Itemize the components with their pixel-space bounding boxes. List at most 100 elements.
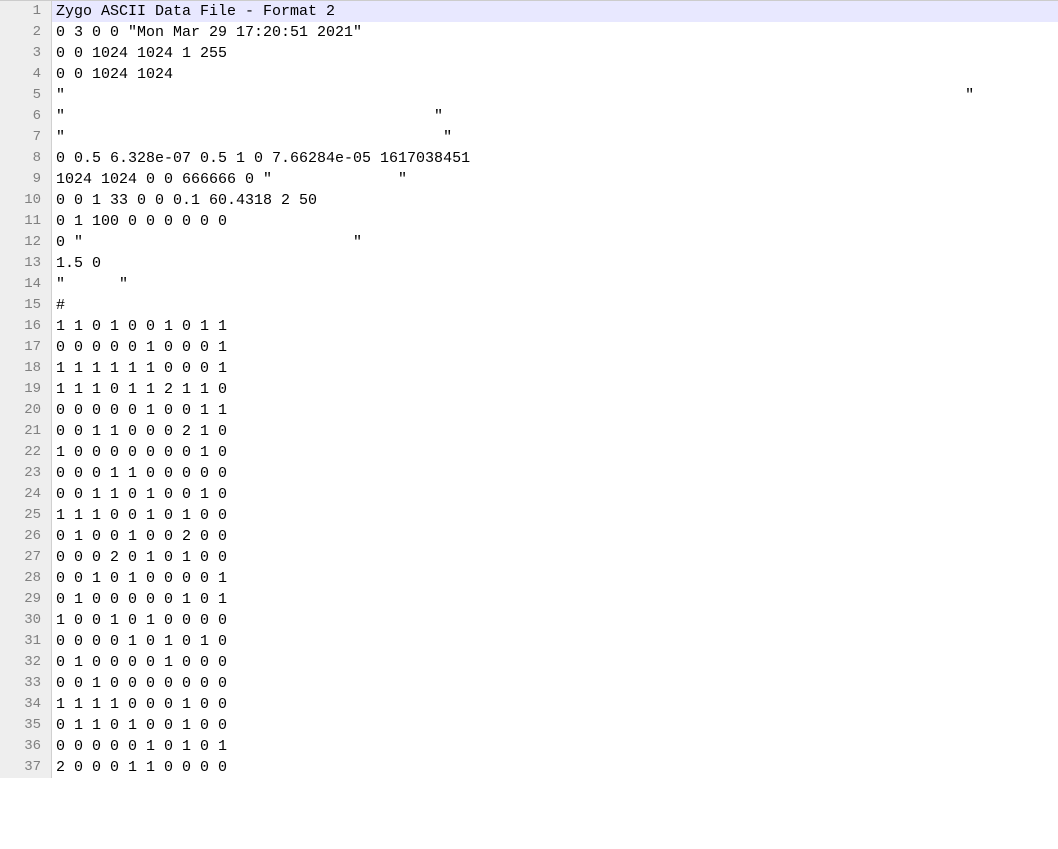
editor-line[interactable]: 210 0 1 1 0 0 0 2 1 0 (0, 421, 1058, 442)
editor-line[interactable]: 240 0 1 1 0 1 0 0 1 0 (0, 484, 1058, 505)
line-content[interactable]: 0 0 1 1 0 1 0 0 1 0 (52, 484, 1058, 505)
line-content[interactable]: 0 1 1 0 1 0 0 1 0 0 (52, 715, 1058, 736)
line-number: 22 (0, 442, 52, 463)
line-number: 33 (0, 673, 52, 694)
line-content[interactable]: 0 1 0 0 0 0 1 0 0 0 (52, 652, 1058, 673)
editor-line[interactable]: 260 1 0 0 1 0 0 2 0 0 (0, 526, 1058, 547)
line-number: 24 (0, 484, 52, 505)
line-number: 9 (0, 169, 52, 190)
editor-line[interactable]: 221 0 0 0 0 0 0 0 1 0 (0, 442, 1058, 463)
editor-line[interactable]: 80 0.5 6.328e-07 0.5 1 0 7.66284e-05 161… (0, 148, 1058, 169)
line-content[interactable]: 0 0 1024 1024 (52, 64, 1058, 85)
line-content[interactable]: " " (52, 274, 1058, 295)
line-number: 1 (0, 1, 52, 22)
editor-line[interactable]: 372 0 0 0 1 1 0 0 0 0 (0, 757, 1058, 778)
editor-line[interactable]: 360 0 0 0 0 1 0 1 0 1 (0, 736, 1058, 757)
editor-line[interactable]: 251 1 1 0 0 1 0 1 0 0 (0, 505, 1058, 526)
editor-line[interactable]: 320 1 0 0 0 0 1 0 0 0 (0, 652, 1058, 673)
line-content[interactable]: 1024 1024 0 0 666666 0 " " (52, 169, 1058, 190)
editor-line[interactable]: 5" " (0, 85, 1058, 106)
editor-line[interactable]: 290 1 0 0 0 0 0 1 0 1 (0, 589, 1058, 610)
line-content[interactable]: 1 1 1 0 0 1 0 1 0 0 (52, 505, 1058, 526)
line-content[interactable]: 0 0 0 0 0 1 0 1 0 1 (52, 736, 1058, 757)
editor-line[interactable]: 310 0 0 0 1 0 1 0 1 0 (0, 631, 1058, 652)
editor-line[interactable]: 110 1 100 0 0 0 0 0 0 (0, 211, 1058, 232)
line-number: 32 (0, 652, 52, 673)
line-number: 14 (0, 274, 52, 295)
line-content[interactable]: 1.5 0 (52, 253, 1058, 274)
line-number: 26 (0, 526, 52, 547)
editor-line[interactable]: 330 0 1 0 0 0 0 0 0 0 (0, 673, 1058, 694)
editor-line[interactable]: 280 0 1 0 1 0 0 0 0 1 (0, 568, 1058, 589)
editor-line[interactable]: 230 0 0 1 1 0 0 0 0 0 (0, 463, 1058, 484)
line-content[interactable]: 1 1 1 0 1 1 2 1 1 0 (52, 379, 1058, 400)
line-content[interactable]: 0 0 1 1 0 0 0 2 1 0 (52, 421, 1058, 442)
line-content[interactable]: " " (52, 106, 1058, 127)
editor-line[interactable]: 100 0 1 33 0 0 0.1 60.4318 2 50 (0, 190, 1058, 211)
editor-line[interactable]: 270 0 0 2 0 1 0 1 0 0 (0, 547, 1058, 568)
editor-line[interactable]: 131.5 0 (0, 253, 1058, 274)
line-number: 28 (0, 568, 52, 589)
line-content[interactable]: 0 0 0 0 0 1 0 0 1 1 (52, 400, 1058, 421)
line-content[interactable]: 0 0 1 0 1 0 0 0 0 1 (52, 568, 1058, 589)
line-content[interactable]: " " (52, 85, 1058, 106)
code-editor[interactable]: 1Zygo ASCII Data File - Format 220 3 0 0… (0, 0, 1058, 778)
editor-line[interactable]: 341 1 1 1 0 0 0 1 0 0 (0, 694, 1058, 715)
line-content[interactable]: # (52, 295, 1058, 316)
line-content[interactable]: 0 3 0 0 "Mon Mar 29 17:20:51 2021" (52, 22, 1058, 43)
editor-line[interactable]: 91024 1024 0 0 666666 0 " " (0, 169, 1058, 190)
line-number: 13 (0, 253, 52, 274)
line-number: 20 (0, 400, 52, 421)
editor-line[interactable]: 301 0 0 1 0 1 0 0 0 0 (0, 610, 1058, 631)
line-number: 11 (0, 211, 52, 232)
line-number: 21 (0, 421, 52, 442)
line-content[interactable]: 0 0 1 33 0 0 0.1 60.4318 2 50 (52, 190, 1058, 211)
editor-line[interactable]: 20 3 0 0 "Mon Mar 29 17:20:51 2021" (0, 22, 1058, 43)
line-content[interactable]: 0 0 0 1 1 0 0 0 0 0 (52, 463, 1058, 484)
line-content[interactable]: 1 1 1 1 1 1 0 0 0 1 (52, 358, 1058, 379)
editor-line[interactable]: 30 0 1024 1024 1 255 (0, 43, 1058, 64)
line-content[interactable]: 1 0 0 1 0 1 0 0 0 0 (52, 610, 1058, 631)
line-number: 7 (0, 127, 52, 148)
editor-line[interactable]: 170 0 0 0 0 1 0 0 0 1 (0, 337, 1058, 358)
line-content[interactable]: Zygo ASCII Data File - Format 2 (52, 1, 1058, 22)
line-content[interactable]: " " (52, 127, 1058, 148)
editor-line[interactable]: 191 1 1 0 1 1 2 1 1 0 (0, 379, 1058, 400)
line-number: 29 (0, 589, 52, 610)
editor-line[interactable]: 350 1 1 0 1 0 0 1 0 0 (0, 715, 1058, 736)
line-content[interactable]: 2 0 0 0 1 1 0 0 0 0 (52, 757, 1058, 778)
line-number: 4 (0, 64, 52, 85)
editor-line[interactable]: 40 0 1024 1024 (0, 64, 1058, 85)
line-content[interactable]: 0 1 100 0 0 0 0 0 0 (52, 211, 1058, 232)
editor-line[interactable]: 161 1 0 1 0 0 1 0 1 1 (0, 316, 1058, 337)
editor-line[interactable]: 120 " " (0, 232, 1058, 253)
line-content[interactable]: 0 0 1 0 0 0 0 0 0 0 (52, 673, 1058, 694)
line-number: 35 (0, 715, 52, 736)
line-content[interactable]: 0 0 0 0 1 0 1 0 1 0 (52, 631, 1058, 652)
line-content[interactable]: 0 0 1024 1024 1 255 (52, 43, 1058, 64)
line-number: 10 (0, 190, 52, 211)
line-number: 15 (0, 295, 52, 316)
line-number: 23 (0, 463, 52, 484)
line-number: 37 (0, 757, 52, 778)
line-number: 36 (0, 736, 52, 757)
line-content[interactable]: 0 1 0 0 1 0 0 2 0 0 (52, 526, 1058, 547)
line-content[interactable]: 0 1 0 0 0 0 0 1 0 1 (52, 589, 1058, 610)
line-number: 16 (0, 316, 52, 337)
line-content[interactable]: 0 " " (52, 232, 1058, 253)
line-number: 12 (0, 232, 52, 253)
editor-line[interactable]: 14" " (0, 274, 1058, 295)
line-number: 5 (0, 85, 52, 106)
editor-line[interactable]: 200 0 0 0 0 1 0 0 1 1 (0, 400, 1058, 421)
line-content[interactable]: 0 0 0 2 0 1 0 1 0 0 (52, 547, 1058, 568)
editor-line[interactable]: 1Zygo ASCII Data File - Format 2 (0, 1, 1058, 22)
editor-line[interactable]: 7" " (0, 127, 1058, 148)
editor-line[interactable]: 181 1 1 1 1 1 0 0 0 1 (0, 358, 1058, 379)
line-content[interactable]: 0 0 0 0 0 1 0 0 0 1 (52, 337, 1058, 358)
editor-line[interactable]: 15# (0, 295, 1058, 316)
editor-line[interactable]: 6" " (0, 106, 1058, 127)
line-content[interactable]: 1 0 0 0 0 0 0 0 1 0 (52, 442, 1058, 463)
line-content[interactable]: 1 1 1 1 0 0 0 1 0 0 (52, 694, 1058, 715)
line-content[interactable]: 1 1 0 1 0 0 1 0 1 1 (52, 316, 1058, 337)
line-content[interactable]: 0 0.5 6.328e-07 0.5 1 0 7.66284e-05 1617… (52, 148, 1058, 169)
